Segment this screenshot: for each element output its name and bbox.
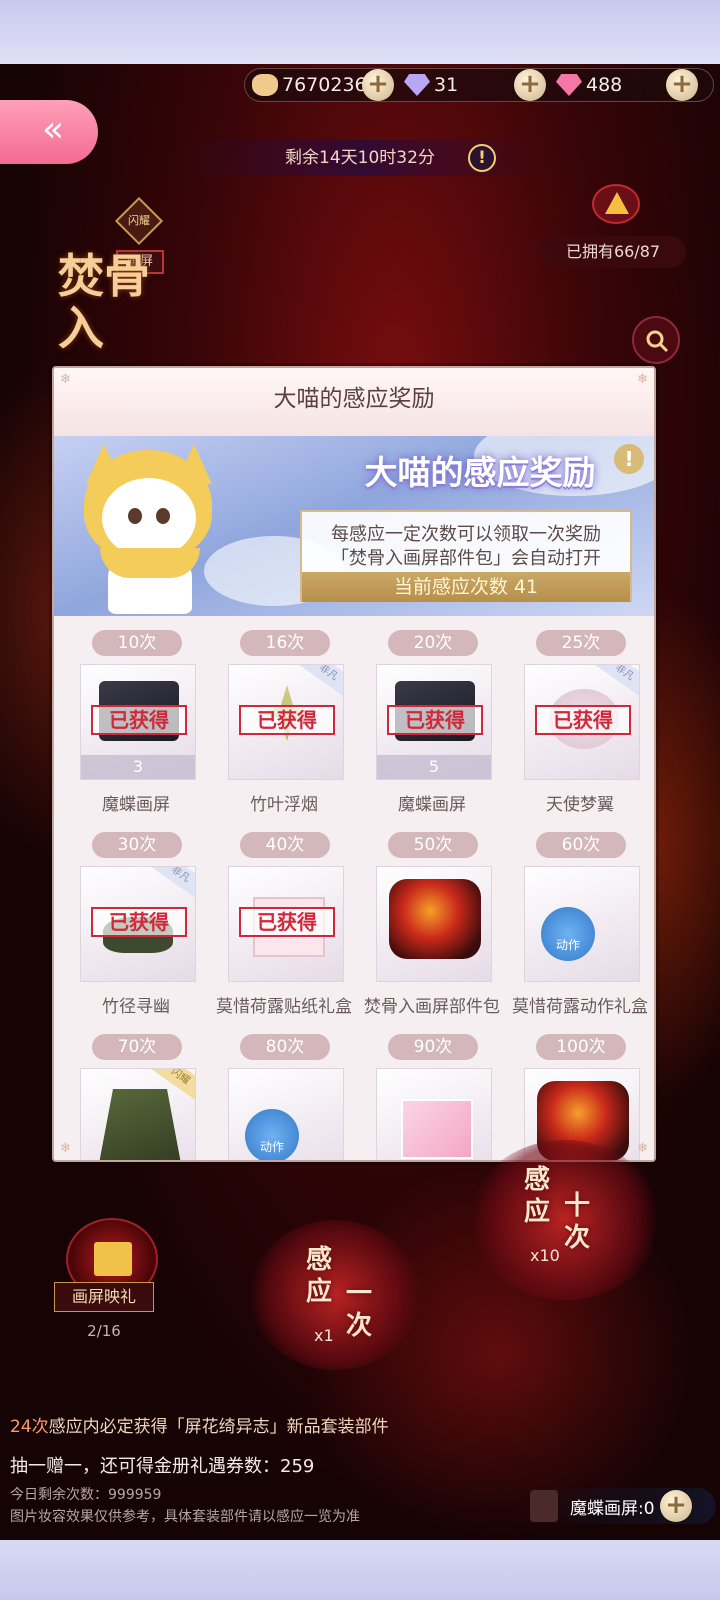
reward-item[interactable]: 50次焚骨入画屏部件包 xyxy=(358,820,506,1020)
reward-thumbnail[interactable]: 已获得 xyxy=(228,866,344,982)
event-title-logo: 焚骨入 xyxy=(58,249,150,355)
disclaimer: 图片妆容效果仅供参考，具体套装部件请以感应一览为准 xyxy=(10,1509,360,1525)
bottom-frame xyxy=(0,1540,720,1600)
reward-threshold: 70次 xyxy=(92,1034,182,1060)
owned-count: 已拥有66/87 xyxy=(540,236,686,268)
warning-icon[interactable] xyxy=(592,184,640,224)
diamond-icon xyxy=(404,74,430,96)
draw-ten-label-a: 感应 xyxy=(524,1165,551,1227)
reward-art: 动作 xyxy=(245,1109,299,1160)
reward-thumbnail[interactable]: 非凡 已获得 xyxy=(228,664,344,780)
add-diamonds-button[interactable]: + xyxy=(514,69,546,101)
reward-threshold: 50次 xyxy=(388,832,478,858)
claimed-stamp: 已获得 xyxy=(535,705,631,735)
rarity-tag: 非凡 xyxy=(145,867,195,904)
reward-threshold: 100次 xyxy=(536,1034,626,1060)
search-icon[interactable] xyxy=(632,316,680,364)
reward-item[interactable]: 30次非凡 已获得竹径寻幽 xyxy=(62,820,210,1020)
screen-item-icon xyxy=(530,1490,558,1522)
reward-quantity: 3 xyxy=(81,755,195,779)
reward-name: 竹叶浮烟 xyxy=(250,795,318,815)
reward-modal: 大喵的感应奖励 ❄ ❄ 大喵的感应奖励 ! 每感应一定次数可以领取一次奖励 「焚… xyxy=(52,366,656,1162)
reward-name: 焚骨入画屏部件包 xyxy=(364,997,500,1017)
draw-once-label-a: 感应 xyxy=(306,1245,333,1307)
reward-threshold: 20次 xyxy=(388,630,478,656)
coin-balance: 7670236 xyxy=(252,70,367,100)
reward-thumbnail[interactable]: 闪耀 xyxy=(80,1068,196,1160)
claimed-stamp: 已获得 xyxy=(91,705,187,735)
banner-description: 每感应一定次数可以领取一次奖励 「焚骨入画屏部件包」会自动打开 当前感应次数 4… xyxy=(300,510,632,602)
reward-item[interactable]: 90次 xyxy=(358,1022,506,1160)
info-icon[interactable]: ! xyxy=(468,144,496,172)
reward-thumbnail[interactable]: 动作 xyxy=(228,1068,344,1160)
reward-threshold: 10次 xyxy=(92,630,182,656)
add-crystals-button[interactable]: + xyxy=(666,69,698,101)
reward-name: 魔蝶画屏 xyxy=(398,795,466,815)
modal-title: 大喵的感应奖励 xyxy=(273,386,435,412)
reward-item[interactable]: 10次 3 已获得魔蝶画屏 xyxy=(62,618,210,818)
reward-name: 天使梦翼 xyxy=(546,795,614,815)
gift-progress: 2/16 xyxy=(87,1322,121,1340)
draw-ten-label-b: 十次 xyxy=(564,1191,591,1253)
reward-threshold: 60次 xyxy=(536,832,626,858)
claimed-stamp: 已获得 xyxy=(239,705,335,735)
reward-art: 动作 xyxy=(541,907,595,961)
cat-coin-icon xyxy=(252,74,278,96)
draw-once-cost: x1 xyxy=(314,1326,334,1345)
reward-thumbnail[interactable]: 3 已获得 xyxy=(80,664,196,780)
draw-once-label-b: 一次 xyxy=(346,1279,373,1341)
reward-art xyxy=(389,879,481,959)
reward-threshold: 90次 xyxy=(388,1034,478,1060)
reward-art xyxy=(401,1099,473,1159)
current-count: 当前感应次数 41 xyxy=(302,572,630,602)
reward-threshold: 40次 xyxy=(240,832,330,858)
banner-info-icon[interactable]: ! xyxy=(614,444,644,474)
reward-threshold: 25次 xyxy=(536,630,626,656)
reward-item[interactable]: 70次闪耀 xyxy=(62,1022,210,1160)
remaining-count: 今日剩余次数：999959 xyxy=(10,1487,162,1503)
bonus-info: 抽一赠一，还可得金册礼遇券数：259 xyxy=(10,1456,315,1477)
reward-item[interactable]: 60次动作莫惜荷露动作礼盒 xyxy=(506,820,654,1020)
reward-threshold: 30次 xyxy=(92,832,182,858)
guarantee-info: 24次感应内必定获得「屏花绮异志」新品套装部件 xyxy=(10,1417,389,1437)
reward-banner: 大喵的感应奖励 ! 每感应一定次数可以领取一次奖励 「焚骨入画屏部件包」会自动打… xyxy=(54,436,654,616)
draw-ten-cost: x10 xyxy=(530,1246,560,1265)
claimed-stamp: 已获得 xyxy=(387,705,483,735)
reward-name: 莫惜荷露贴纸礼盒 xyxy=(216,997,352,1017)
modal-header: 大喵的感应奖励 xyxy=(54,368,654,436)
reward-item[interactable]: 25次非凡 已获得天使梦翼 xyxy=(506,618,654,818)
reward-threshold: 16次 xyxy=(240,630,330,656)
reward-name: 魔蝶画屏 xyxy=(102,795,170,815)
add-inventory-button[interactable]: + xyxy=(660,1490,692,1522)
reward-thumbnail[interactable]: 动作 xyxy=(524,866,640,982)
banner-title: 大喵的感应奖励 xyxy=(364,453,596,492)
reward-grid: 10次 3 已获得 魔蝶画屏 16次 非凡 已获得 竹叶浮烟 20次 5 已获得 魔蝶画屏 25次 非凡已… xyxy=(54,618,654,1160)
reward-thumbnail[interactable] xyxy=(376,866,492,982)
add-coins-button[interactable]: + xyxy=(362,69,394,101)
reward-item[interactable]: 16次非凡 已获得竹叶浮烟 xyxy=(210,618,358,818)
top-frame xyxy=(0,0,720,64)
gift-button[interactable]: 画屏映礼 xyxy=(54,1282,154,1312)
reward-item[interactable]: 20次 5 已获得魔蝶画屏 xyxy=(358,618,506,818)
claimed-stamp: 已获得 xyxy=(91,907,187,937)
reward-quantity: 5 xyxy=(377,755,491,779)
reward-threshold: 80次 xyxy=(240,1034,330,1060)
claimed-stamp: 已获得 xyxy=(239,907,335,937)
crystal-icon xyxy=(556,74,582,96)
reward-name: 竹径寻幽 xyxy=(102,997,170,1017)
reward-item[interactable]: 40次已获得莫惜荷露贴纸礼盒 xyxy=(210,820,358,1020)
reward-thumbnail[interactable] xyxy=(376,1068,492,1160)
reward-thumbnail[interactable]: 5 已获得 xyxy=(376,664,492,780)
reward-thumbnail[interactable]: 非凡 已获得 xyxy=(524,664,640,780)
reward-art xyxy=(95,1089,185,1160)
diamond-balance: 31 xyxy=(404,70,458,100)
inventory-count: 魔蝶画屏:0 xyxy=(570,1499,655,1519)
cat-mascot xyxy=(80,444,218,614)
reward-item[interactable]: 80次动作 xyxy=(210,1022,358,1160)
reward-thumbnail[interactable]: 非凡 已获得 xyxy=(80,866,196,982)
back-button[interactable]: « xyxy=(0,100,98,164)
rarity-tag: 非凡 xyxy=(293,665,343,702)
reward-name: 莫惜荷露动作礼盒 xyxy=(512,997,648,1017)
crystal-balance: 488 xyxy=(556,70,622,100)
